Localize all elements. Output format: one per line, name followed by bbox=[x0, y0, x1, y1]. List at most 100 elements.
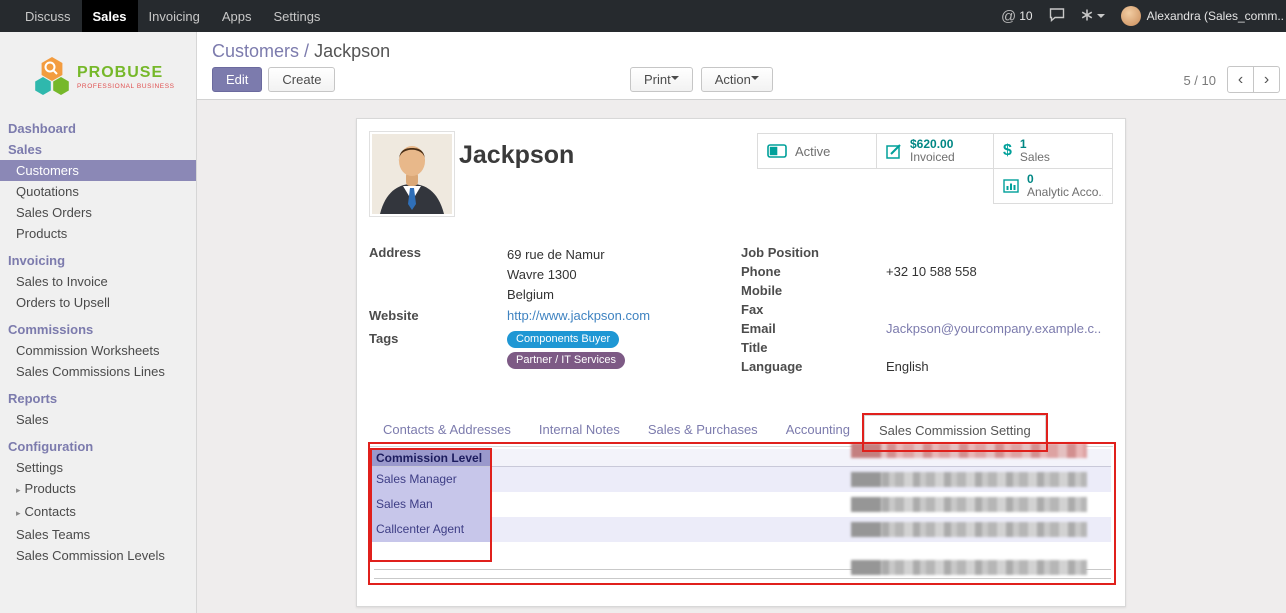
sidebar-item-orders-to-upsell[interactable]: Orders to Upsell bbox=[0, 292, 196, 313]
content-area: Jackpson Active $620.00 Invoiced bbox=[197, 100, 1286, 613]
tab-accounting[interactable]: Accounting bbox=[772, 415, 864, 446]
table-row[interactable]: Sales Man bbox=[372, 492, 1111, 517]
tab-internal-notes[interactable]: Internal Notes bbox=[525, 415, 634, 446]
debug-menu-button[interactable] bbox=[1081, 9, 1105, 24]
user-name: Alexandra (Sales_comm.. bbox=[1147, 9, 1284, 23]
logo-title: PROBUSE bbox=[77, 65, 175, 81]
fax-label: Fax bbox=[741, 302, 886, 318]
pager-count: 5 / 10 bbox=[1183, 73, 1216, 88]
stat-buttons: Active $620.00 Invoiced $ 1 Sales bbox=[753, 133, 1113, 203]
cell-commission-level[interactable]: Sales Manager bbox=[372, 467, 492, 492]
action-buttons: Print Action bbox=[630, 67, 773, 92]
sidebar-item-dashboard[interactable]: Dashboard bbox=[0, 118, 196, 139]
stat-button-active[interactable]: Active bbox=[757, 133, 877, 169]
debug-icon bbox=[1081, 9, 1093, 24]
stat-button-sales[interactable]: $ 1 Sales bbox=[993, 133, 1113, 169]
caret-down-icon bbox=[1097, 14, 1105, 22]
user-menu[interactable]: Alexandra (Sales_comm.. bbox=[1121, 6, 1284, 26]
form-fields: Address 69 rue de Namur Wavre 1300 Belgi… bbox=[369, 245, 1115, 378]
breadcrumb-customers-link[interactable]: Customers bbox=[212, 41, 299, 61]
sidebar-item-label: Products bbox=[25, 481, 76, 496]
pager-previous-button[interactable]: ‹ bbox=[1227, 66, 1254, 93]
table-row[interactable]: Callcenter Agent bbox=[372, 517, 1111, 542]
mobile-label: Mobile bbox=[741, 283, 886, 299]
email-link[interactable]: Jackpson@yourcompany.example.c.. bbox=[886, 321, 1101, 337]
address-line: Wavre 1300 bbox=[507, 265, 605, 285]
mentions-button[interactable]: @ 10 bbox=[1001, 8, 1033, 25]
menu-discuss[interactable]: Discuss bbox=[14, 0, 82, 32]
language-value: English bbox=[886, 359, 929, 375]
control-panel: Customers / Jackpson Edit Create Print A… bbox=[197, 32, 1286, 100]
sidebar-item-commission-worksheets[interactable]: Commission Worksheets bbox=[0, 340, 196, 361]
address-line: 69 rue de Namur bbox=[507, 245, 605, 265]
sales-dollar-icon: $ bbox=[1003, 142, 1012, 160]
sidebar-item-sales-commissions-lines[interactable]: Sales Commissions Lines bbox=[0, 361, 196, 382]
cell-commission-level[interactable]: Callcenter Agent bbox=[372, 517, 492, 542]
sidebar-item-quotations[interactable]: Quotations bbox=[0, 181, 196, 202]
expand-arrow-icon[interactable]: ▸ bbox=[16, 485, 21, 495]
tag-components-buyer[interactable]: Components Buyer bbox=[507, 331, 619, 348]
caret-down-icon bbox=[751, 76, 759, 84]
title-label: Title bbox=[741, 340, 886, 356]
sidebar-item-sales-to-invoice[interactable]: Sales to Invoice bbox=[0, 271, 196, 292]
language-label: Language bbox=[741, 359, 886, 375]
redacted-cells bbox=[851, 472, 1087, 487]
address-label: Address bbox=[369, 245, 507, 305]
redacted-header-cells bbox=[851, 443, 1087, 458]
sidebar-item-sales-teams[interactable]: Sales Teams bbox=[0, 524, 196, 545]
sidebar-item-sales-orders[interactable]: Sales Orders bbox=[0, 202, 196, 223]
app-menu: Discuss Sales Invoicing Apps Settings bbox=[14, 0, 331, 32]
tag-partner-it-services[interactable]: Partner / IT Services bbox=[507, 352, 625, 369]
probuse-logo: PROBUSE PROFESSIONAL BUSINESS bbox=[0, 32, 196, 118]
edit-button[interactable]: Edit bbox=[212, 67, 262, 92]
sidebar-heading-sales[interactable]: Sales bbox=[0, 139, 196, 160]
cell-commission-level[interactable]: Sales Man bbox=[372, 492, 492, 517]
redacted-cells bbox=[851, 497, 1087, 512]
stat-button-invoiced[interactable]: $620.00 Invoiced bbox=[876, 133, 994, 169]
sidebar-item-products[interactable]: Products bbox=[0, 223, 196, 244]
menu-apps[interactable]: Apps bbox=[211, 0, 263, 32]
menu-sales[interactable]: Sales bbox=[82, 0, 138, 32]
website-link[interactable]: http://www.jackpson.com bbox=[507, 308, 650, 324]
create-button[interactable]: Create bbox=[268, 67, 335, 92]
pager-next-button[interactable]: › bbox=[1253, 66, 1280, 93]
systray: @ 10 Alexandra (Sales_comm.. bbox=[1001, 0, 1286, 32]
redacted-footer-cells bbox=[851, 560, 1087, 575]
column-header-commission-level[interactable]: Commission Level bbox=[372, 449, 492, 466]
probuse-hexagons-icon bbox=[34, 56, 70, 99]
sidebar-heading-commissions[interactable]: Commissions bbox=[0, 319, 196, 340]
tab-contacts-addresses[interactable]: Contacts & Addresses bbox=[369, 415, 525, 446]
customer-form-sheet: Jackpson Active $620.00 Invoiced bbox=[356, 118, 1126, 607]
sidebar-item-customers[interactable]: Customers bbox=[0, 160, 196, 181]
expand-arrow-icon[interactable]: ▸ bbox=[16, 508, 21, 518]
website-label: Website bbox=[369, 308, 507, 324]
sidebar-item-reports-sales[interactable]: Sales bbox=[0, 409, 196, 430]
stat-button-analytic-accounts[interactable]: 0 Analytic Acco... bbox=[993, 168, 1113, 204]
menu-settings[interactable]: Settings bbox=[262, 0, 331, 32]
sidebar-heading-invoicing[interactable]: Invoicing bbox=[0, 250, 196, 271]
breadcrumb-current: Jackpson bbox=[314, 41, 390, 61]
phone-label: Phone bbox=[741, 264, 886, 280]
sidebar-item-config-products[interactable]: ▸ Products bbox=[0, 478, 196, 501]
customer-photo[interactable] bbox=[369, 131, 455, 217]
action-dropdown-button[interactable]: Action bbox=[701, 67, 773, 92]
mention-count: 10 bbox=[1019, 9, 1032, 23]
sidebar-item-sales-commission-levels[interactable]: Sales Commission Levels bbox=[0, 545, 196, 566]
mention-icon: @ bbox=[1001, 8, 1016, 25]
sidebar-heading-configuration[interactable]: Configuration bbox=[0, 436, 196, 457]
analytic-chart-icon bbox=[1003, 179, 1019, 193]
print-dropdown-button[interactable]: Print bbox=[630, 67, 693, 92]
table-footer bbox=[372, 567, 1111, 591]
invoiced-pencil-icon bbox=[886, 143, 902, 159]
commission-table: Commission Level Sales Manager Sales Man… bbox=[372, 449, 1111, 601]
table-row[interactable]: Sales Manager bbox=[372, 467, 1111, 492]
tab-sales-purchases[interactable]: Sales & Purchases bbox=[634, 415, 772, 446]
sidebar-heading-reports[interactable]: Reports bbox=[0, 388, 196, 409]
chat-icon[interactable] bbox=[1049, 8, 1065, 25]
menu-invoicing[interactable]: Invoicing bbox=[138, 0, 211, 32]
sidebar-item-settings[interactable]: Settings bbox=[0, 457, 196, 478]
sidebar-item-config-contacts[interactable]: ▸Contacts bbox=[0, 501, 196, 524]
user-avatar bbox=[1121, 6, 1141, 26]
phone-value: +32 10 588 558 bbox=[886, 264, 977, 280]
screen: Discuss Sales Invoicing Apps Settings @ … bbox=[0, 0, 1286, 613]
